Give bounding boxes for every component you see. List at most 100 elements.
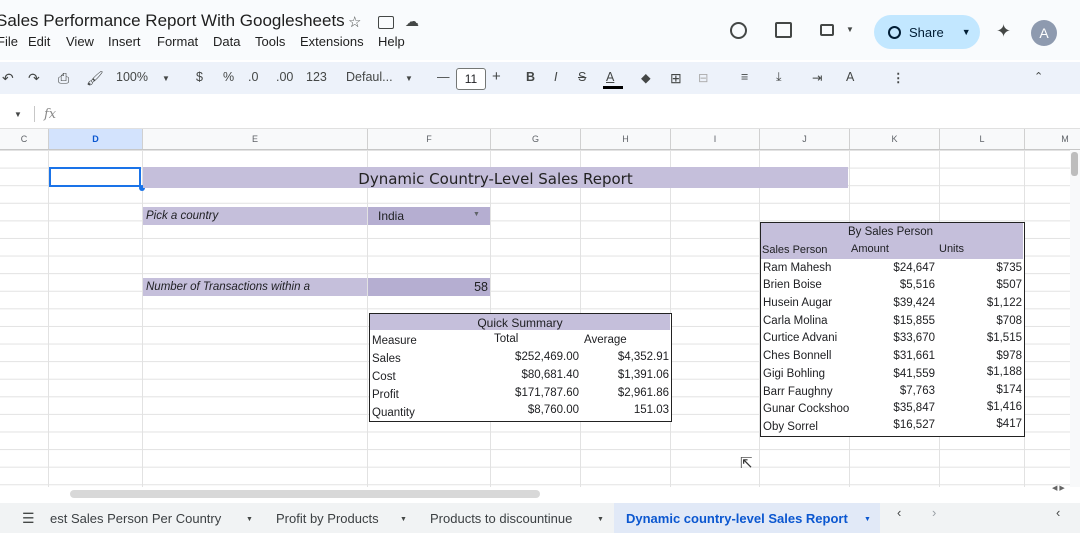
fx-label: fx	[44, 107, 57, 122]
sheet-tab-dropdown-icon[interactable]: ▼	[864, 516, 871, 523]
paint-format-icon[interactable]: 🖌	[86, 70, 104, 87]
sheet-tab-best-sales-person[interactable]: est Sales Person Per Country	[50, 511, 221, 526]
sheet-tab-products-to-discontinue[interactable]: Products to discountinue	[430, 511, 572, 526]
qs-measure: Profit	[372, 389, 399, 401]
name-box-dropdown-icon[interactable]: ▼	[14, 110, 22, 119]
decrease-font-size-button[interactable]: —	[437, 70, 450, 84]
comments-icon[interactable]	[775, 22, 792, 38]
column-header-e[interactable]: E	[143, 129, 368, 149]
decrease-decimal-button[interactable]: .0	[248, 70, 258, 84]
meet-icon[interactable]	[820, 24, 834, 36]
avatar[interactable]: A	[1031, 20, 1057, 46]
menu-tools[interactable]: Tools	[255, 34, 285, 49]
menu-insert[interactable]: Insert	[108, 34, 141, 49]
column-header-i[interactable]: I	[671, 129, 760, 149]
menu-view[interactable]: View	[66, 34, 94, 49]
bsp-name: Gunar Cockshoo	[763, 403, 850, 415]
bsp-name: Ches Bonnell	[763, 350, 832, 362]
more-formats-button[interactable]: 123	[306, 70, 327, 84]
column-header-h[interactable]: H	[581, 129, 671, 149]
horizontal-align-icon[interactable]: ≡	[741, 70, 748, 84]
font-dropdown-icon[interactable]: ▼	[405, 74, 413, 83]
bsp-units: $1,188	[986, 366, 1022, 378]
increase-font-size-button[interactable]: +	[492, 68, 501, 85]
merge-cells-icon[interactable]: ⊟	[698, 70, 708, 85]
bsp-amount: $31,661	[893, 350, 935, 362]
column-header-d[interactable]: D	[49, 129, 143, 149]
column-header-m[interactable]: M	[1025, 129, 1080, 149]
menu-help[interactable]: Help	[378, 34, 405, 49]
zoom-select[interactable]: 100%	[116, 70, 148, 84]
gemini-sparkle-icon[interactable]: ✦	[996, 21, 1011, 42]
meet-dropdown-icon[interactable]: ▼	[846, 25, 854, 34]
version-history-icon[interactable]	[730, 22, 747, 39]
qs-total: $171,787.60	[515, 387, 579, 399]
column-header-f[interactable]: F	[368, 129, 491, 149]
text-wrapping-icon[interactable]: ⇥	[812, 70, 822, 85]
share-dropdown-icon[interactable]: ▼	[962, 27, 971, 37]
bold-button[interactable]: B	[526, 70, 535, 84]
bsp-units: $1,122	[986, 297, 1022, 309]
increase-decimal-button[interactable]: .00	[276, 70, 293, 84]
menu-format[interactable]: Format	[157, 34, 198, 49]
column-header-j[interactable]: J	[760, 129, 850, 149]
column-header-g[interactable]: G	[491, 129, 581, 149]
menu-data[interactable]: Data	[213, 34, 240, 49]
column-header-k[interactable]: K	[850, 129, 940, 149]
selected-cell[interactable]	[49, 167, 141, 187]
vertical-align-icon[interactable]: ⤓	[776, 70, 782, 85]
bsp-name: Brien Boise	[763, 279, 822, 291]
sheet-tab-dropdown-icon[interactable]: ▼	[246, 516, 253, 523]
move-folder-icon[interactable]	[378, 16, 394, 29]
menu-file[interactable]: File	[0, 34, 18, 49]
qs-header-average: Average	[584, 334, 627, 346]
side-panel-toggle-icon[interactable]: ‹	[1056, 505, 1060, 520]
menu-extensions[interactable]: Extensions	[300, 34, 364, 49]
undo-icon[interactable]: ↶	[2, 70, 14, 87]
bsp-units: $174	[996, 384, 1022, 396]
collapse-toolbar-icon[interactable]: ⌃	[1034, 70, 1043, 83]
text-color-button[interactable]: A	[606, 70, 614, 84]
more-options-icon[interactable]: ⋮	[892, 70, 905, 85]
bsp-name: Husein Augar	[763, 297, 833, 309]
bsp-amount: $35,847	[893, 402, 935, 414]
vertical-scroll-thumb[interactable]	[1071, 152, 1078, 176]
all-sheets-icon[interactable]: ☰	[22, 510, 35, 527]
redo-icon[interactable]: ↷	[28, 70, 40, 87]
cloud-status-icon[interactable]: ☁	[405, 13, 419, 30]
zoom-dropdown-icon[interactable]: ▼	[162, 74, 170, 83]
fill-color-icon[interactable]: ◆	[641, 70, 651, 85]
column-header-c[interactable]: C	[0, 129, 49, 149]
column-header-l[interactable]: L	[940, 129, 1025, 149]
sheet-tab-profit-by-products[interactable]: Profit by Products	[276, 511, 379, 526]
percent-format-button[interactable]: %	[223, 70, 234, 84]
text-rotation-icon[interactable]: A	[846, 70, 854, 84]
report-title: Dynamic Country-Level Sales Report	[358, 170, 633, 188]
borders-icon[interactable]: ⊞	[670, 70, 682, 87]
font-select[interactable]: Defaul...	[346, 70, 393, 84]
bsp-name: Barr Faughny	[763, 386, 833, 398]
sheet-tab-dropdown-icon[interactable]: ▼	[597, 516, 604, 523]
vertical-scrollbar[interactable]	[1070, 150, 1080, 487]
print-icon[interactable]: ⎙	[58, 70, 69, 87]
document-title[interactable]: Sales Performance Report With Googleshee…	[0, 11, 345, 31]
menu-edit[interactable]: Edit	[28, 34, 50, 49]
star-icon[interactable]: ☆	[348, 13, 361, 31]
by-sales-person-title: By Sales Person	[848, 226, 934, 238]
scroll-left-icon[interactable]: ◀ ▶	[1052, 484, 1065, 492]
share-button[interactable]: Share ▼	[874, 15, 980, 49]
sheet-tab-dropdown-icon[interactable]: ▼	[400, 516, 407, 523]
sheet-tab-dynamic-report[interactable]: Dynamic country-level Sales Report	[626, 511, 848, 526]
italic-button[interactable]: I	[554, 70, 557, 84]
bsp-amount: $39,424	[893, 297, 935, 309]
currency-format-button[interactable]: $	[196, 70, 203, 84]
horizontal-scroll-thumb[interactable]	[70, 490, 540, 498]
previous-sheet-icon[interactable]: ‹	[897, 505, 901, 520]
next-sheet-icon[interactable]: ›	[932, 505, 936, 520]
bsp-header-units: Units	[939, 243, 965, 255]
formula-input[interactable]	[70, 104, 1060, 126]
bsp-amount: $7,763	[899, 385, 935, 397]
font-size-input[interactable]: 11	[456, 68, 486, 90]
strikethrough-icon[interactable]: S	[578, 70, 586, 84]
country-dropdown-arrow-icon[interactable]: ▼	[473, 211, 480, 218]
